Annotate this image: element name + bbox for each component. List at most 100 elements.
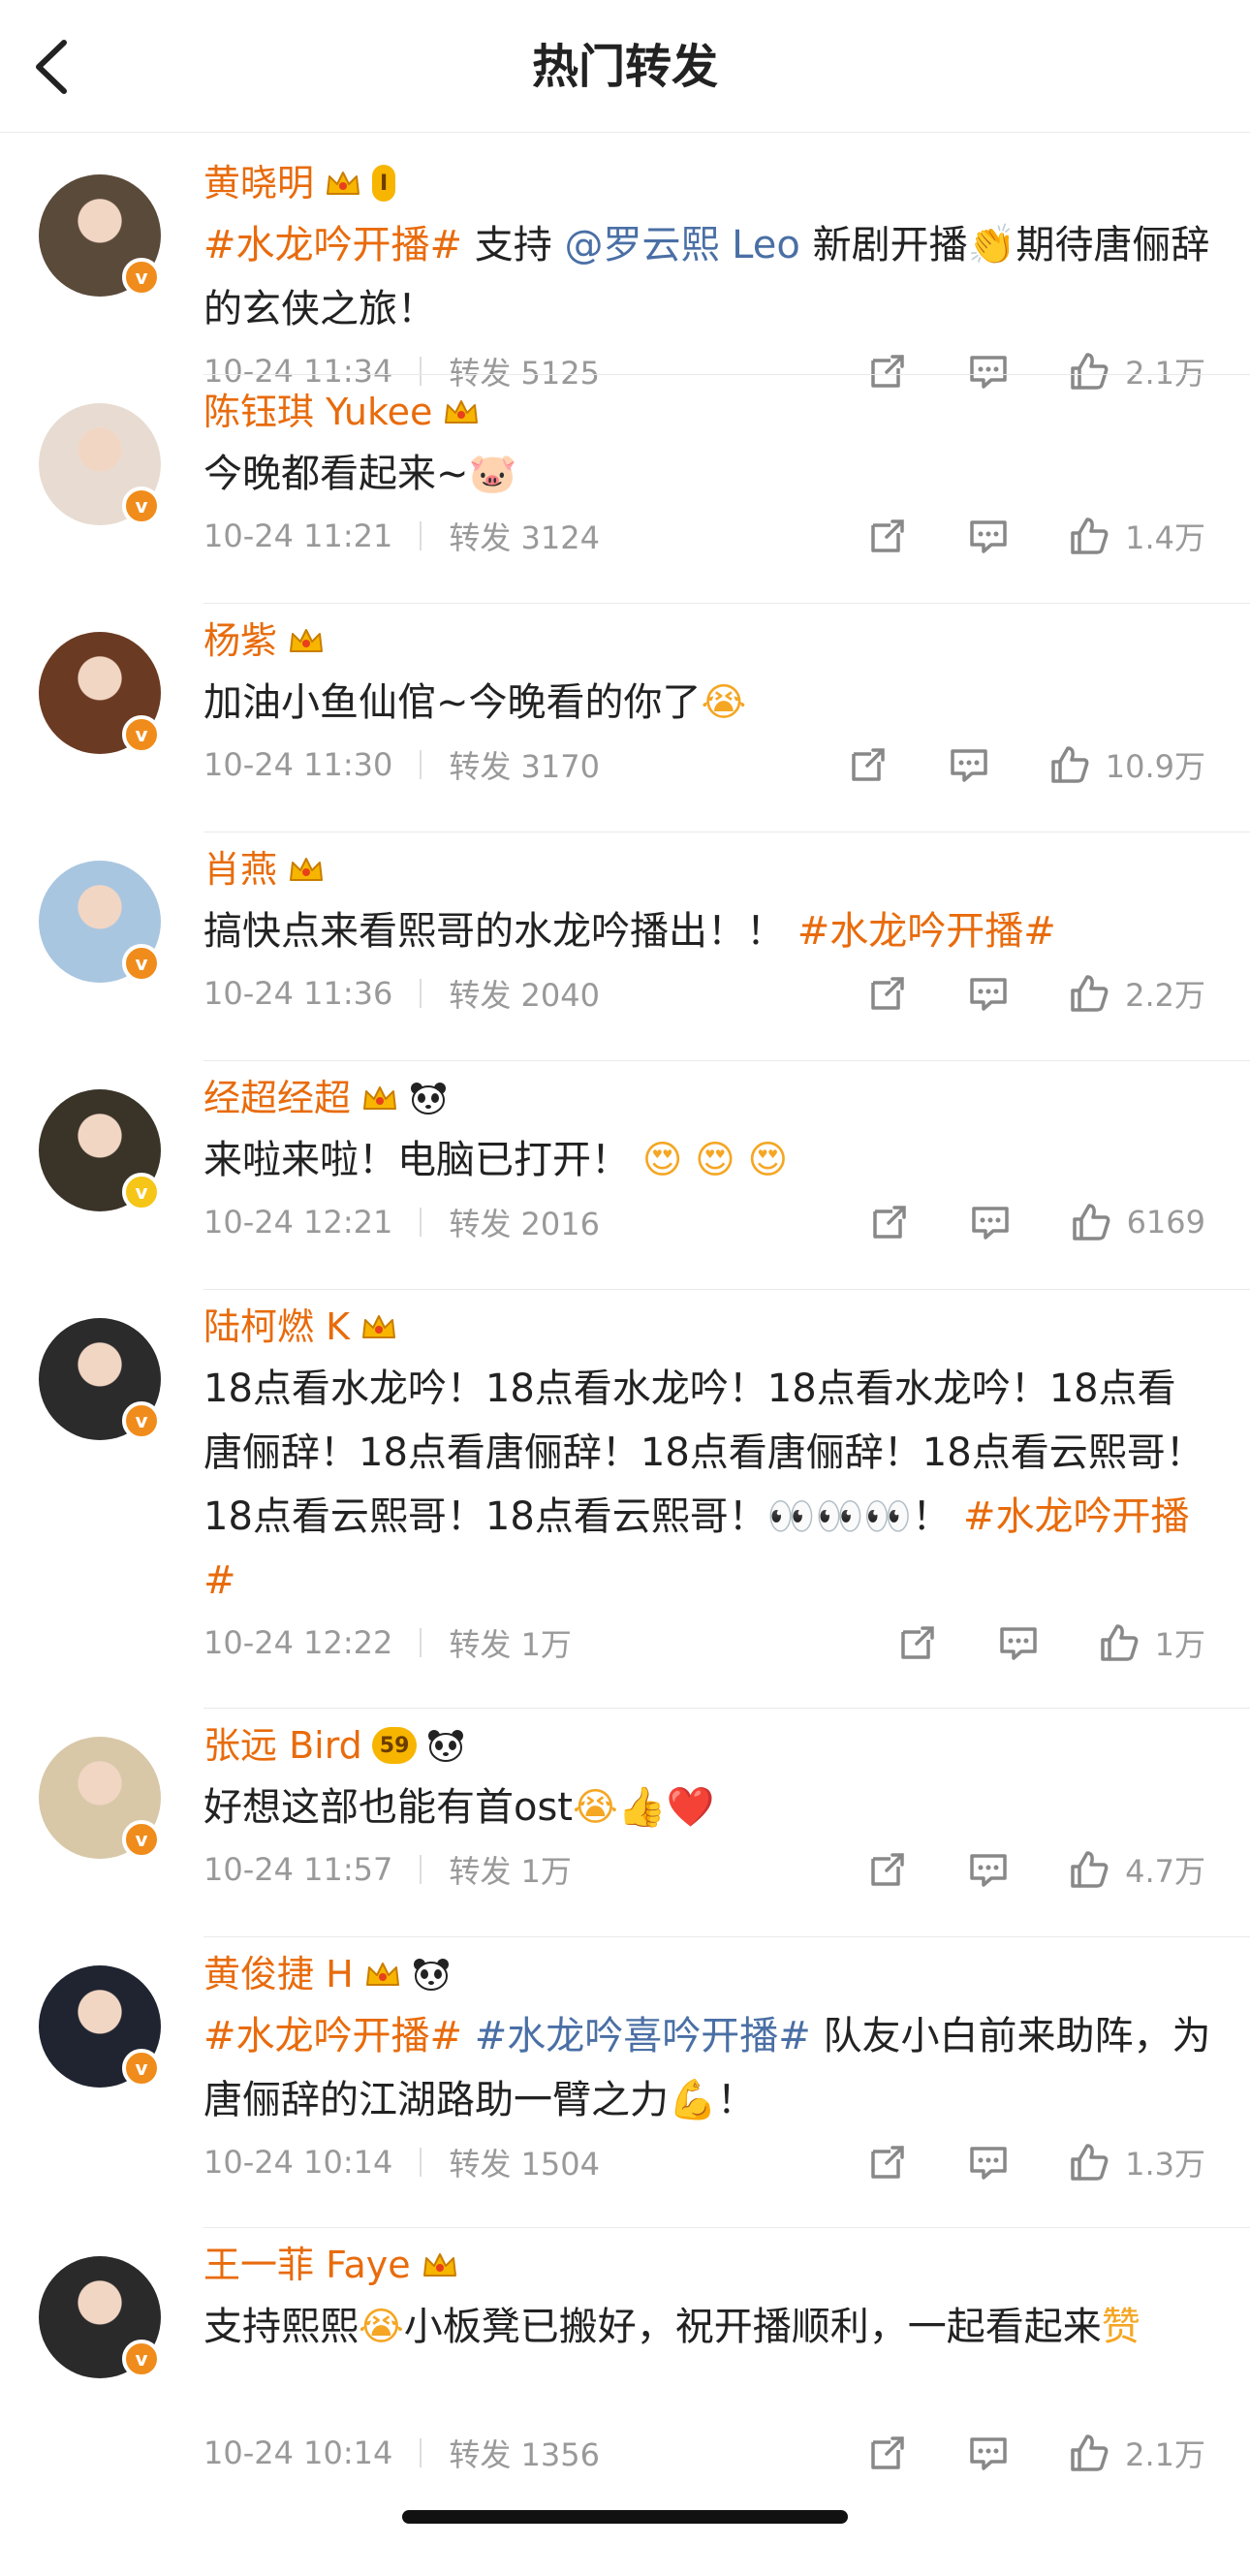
comment-icon[interactable] — [966, 2140, 1011, 2184]
share-icon[interactable] — [865, 1847, 910, 1892]
user-name[interactable]: 肖燕 — [203, 843, 277, 895]
comment-icon[interactable] — [996, 1620, 1041, 1665]
repost-count: 转发 2040 — [449, 977, 600, 1014]
comment-icon[interactable] — [966, 514, 1011, 558]
like-count[interactable]: 1.3万 — [1125, 2140, 1205, 2184]
panda-icon — [428, 1730, 464, 1762]
post-text-segment: 新剧开播 — [799, 223, 968, 267]
post-time: 10-24 12:22 — [203, 1624, 393, 1661]
meta-row: 10-24 11:30 转发 3170 10.9万 — [203, 740, 1205, 789]
panda-icon — [413, 1959, 449, 1991]
meta-divider — [420, 1208, 422, 1237]
emoji-icon: 赞 — [1101, 2305, 1141, 2349]
like-icon[interactable] — [1067, 2431, 1111, 2475]
mention-link[interactable]: #水龙吟喜吟开播# — [475, 2014, 811, 2058]
share-icon[interactable] — [865, 2431, 910, 2475]
user-name[interactable]: 王一菲 Faye — [203, 2239, 411, 2291]
like-icon[interactable] — [1067, 971, 1111, 1016]
comment-icon[interactable] — [968, 1200, 1013, 1244]
verified-badge-icon: v — [122, 1401, 161, 1440]
meta-row: 10-24 10:14 转发 1504 1.3万 — [203, 2138, 1205, 2186]
like-count[interactable]: 2.2万 — [1125, 971, 1205, 1016]
user-name[interactable]: 黄晓明 — [203, 157, 314, 209]
share-icon[interactable] — [846, 742, 891, 787]
like-count[interactable]: 1.4万 — [1125, 514, 1205, 558]
name-row: 经超经超 — [203, 1072, 448, 1124]
like-icon[interactable] — [1067, 1847, 1111, 1892]
like-icon[interactable] — [1047, 742, 1092, 787]
panda-icon — [411, 1083, 447, 1115]
meta-divider — [420, 979, 422, 1008]
level-badge: 59 — [371, 1727, 418, 1764]
post-item: v 黄俊捷 H #水龙吟开播# #水龙吟喜吟开播# 队友小白前来助阵，为唐俪辞的江湖… — [0, 1936, 1250, 2227]
like-icon[interactable] — [1067, 514, 1111, 558]
like-count[interactable]: 10.9万 — [1106, 742, 1205, 787]
verified-badge-icon: v — [122, 487, 161, 525]
level-badge: I — [372, 165, 396, 202]
repost-count: 转发 1万 — [449, 1626, 572, 1663]
post-text: 支持熙熙😭小板凳已搬好，祝开播顺利，一起看起来赞 — [203, 2295, 1211, 2359]
like-icon[interactable] — [1067, 2140, 1111, 2184]
comment-icon[interactable] — [966, 1847, 1011, 1892]
share-icon[interactable] — [867, 1200, 912, 1244]
like-count[interactable]: 2.1万 — [1125, 2431, 1205, 2475]
post-text: #水龙吟开播# #水龙吟喜吟开播# 队友小白前来助阵，为唐俪辞的江湖路助一臂之力… — [203, 2004, 1211, 2132]
like-count[interactable]: 6169 — [1127, 1204, 1205, 1241]
verified-badge-icon: v — [122, 944, 161, 983]
hashtag-link[interactable]: #水龙吟开播# — [797, 909, 1056, 954]
post-item: v 陈钰琪 Yukee 今晚都看起来~🐷 10-24 11:21 转发 3124 1.4万 — [0, 374, 1250, 603]
user-name[interactable]: 黄俊捷 H — [203, 1948, 354, 2000]
meta-row: 10-24 11:57 转发 1万 4.7万 — [203, 1845, 1205, 1894]
hashtag-link[interactable]: #水龙吟开播# — [203, 2014, 462, 2058]
crown-icon — [362, 1315, 395, 1338]
share-icon[interactable] — [865, 514, 910, 558]
post-item: v 王一菲 Faye 支持熙熙😭小板凳已搬好，祝开播顺利，一起看起来赞 10-24 1… — [0, 2227, 1250, 2576]
crown-icon — [445, 400, 479, 424]
post-text-segment: 好想这部也能有首ost — [203, 1785, 573, 1830]
post-item: v 肖燕 搞快点来看熙哥的水龙吟播出！！ #水龙吟开播# 10-24 11:36 转发 … — [0, 832, 1250, 1060]
user-name[interactable]: 杨紫 — [203, 614, 277, 667]
post-text-segment: 加油小鱼仙倌~今晚看的你了 — [203, 680, 702, 725]
meta-divider — [420, 521, 422, 550]
user-name[interactable]: 经超经超 — [203, 1072, 351, 1124]
hashtag-link[interactable]: #水龙吟开播# — [203, 223, 462, 267]
meta-divider — [420, 1855, 422, 1884]
like-count[interactable]: 1万 — [1155, 1620, 1205, 1665]
mention-link[interactable]: @罗云熙 Leo — [564, 223, 799, 267]
user-name[interactable]: 张远 Bird — [203, 1719, 362, 1772]
crown-icon — [290, 629, 324, 652]
repost-count: 转发 2016 — [449, 1206, 600, 1242]
emoji-icon: 😭👍❤️ — [573, 1785, 715, 1830]
user-name[interactable]: 陆柯燃 K — [203, 1301, 350, 1353]
post-text: 18点看水龙吟！18点看水龙吟！18点看水龙吟！18点看唐俪辞！18点看唐俪辞！… — [203, 1357, 1211, 1613]
repost-count: 转发 1万 — [449, 1853, 572, 1890]
share-icon[interactable] — [865, 2140, 910, 2184]
post-text: 今晚都看起来~🐷 — [203, 442, 1211, 506]
user-name[interactable]: 陈钰琪 Yukee — [203, 386, 432, 438]
page-title: 热门转发 — [531, 40, 718, 94]
comment-icon[interactable] — [966, 2431, 1011, 2475]
post-time: 10-24 11:36 — [203, 975, 393, 1012]
post-item: v 张远 Bird 59 好想这部也能有首ost😭👍❤️ 10-24 11:57 转发 1… — [0, 1708, 1250, 1936]
share-icon[interactable] — [865, 971, 910, 1016]
meta-row: 10-24 12:22 转发 1万 1万 — [203, 1618, 1205, 1667]
emoji-icon: 🐷 — [468, 452, 517, 496]
like-icon[interactable] — [1097, 1620, 1141, 1665]
repost-count: 转发 1504 — [449, 2146, 600, 2183]
post-text-segment — [462, 2014, 475, 2058]
share-icon[interactable] — [895, 1620, 940, 1665]
comment-icon[interactable] — [947, 742, 991, 787]
verified-badge-icon: v — [122, 1820, 161, 1859]
meta-divider — [420, 750, 422, 779]
like-count[interactable]: 4.7万 — [1125, 1847, 1205, 1892]
name-row: 张远 Bird 59 — [203, 1719, 465, 1772]
post-item: v 经超经超 来啦来啦！电脑已打开！ 😍 😍 😍 10-24 12:21 转发 2016… — [0, 1060, 1250, 1289]
meta-row: 10-24 12:21 转发 2016 6169 — [203, 1198, 1205, 1246]
comment-icon[interactable] — [966, 971, 1011, 1016]
post-text-segment: 小板凳已搬好，祝开播顺利，一起看起来 — [403, 2305, 1102, 2349]
verified-badge-icon: v — [122, 258, 161, 297]
post-text-segment: 今晚都看起来~ — [203, 452, 469, 496]
like-icon[interactable] — [1069, 1200, 1113, 1244]
meta-divider — [420, 2438, 422, 2467]
name-row: 陆柯燃 K — [203, 1301, 398, 1353]
